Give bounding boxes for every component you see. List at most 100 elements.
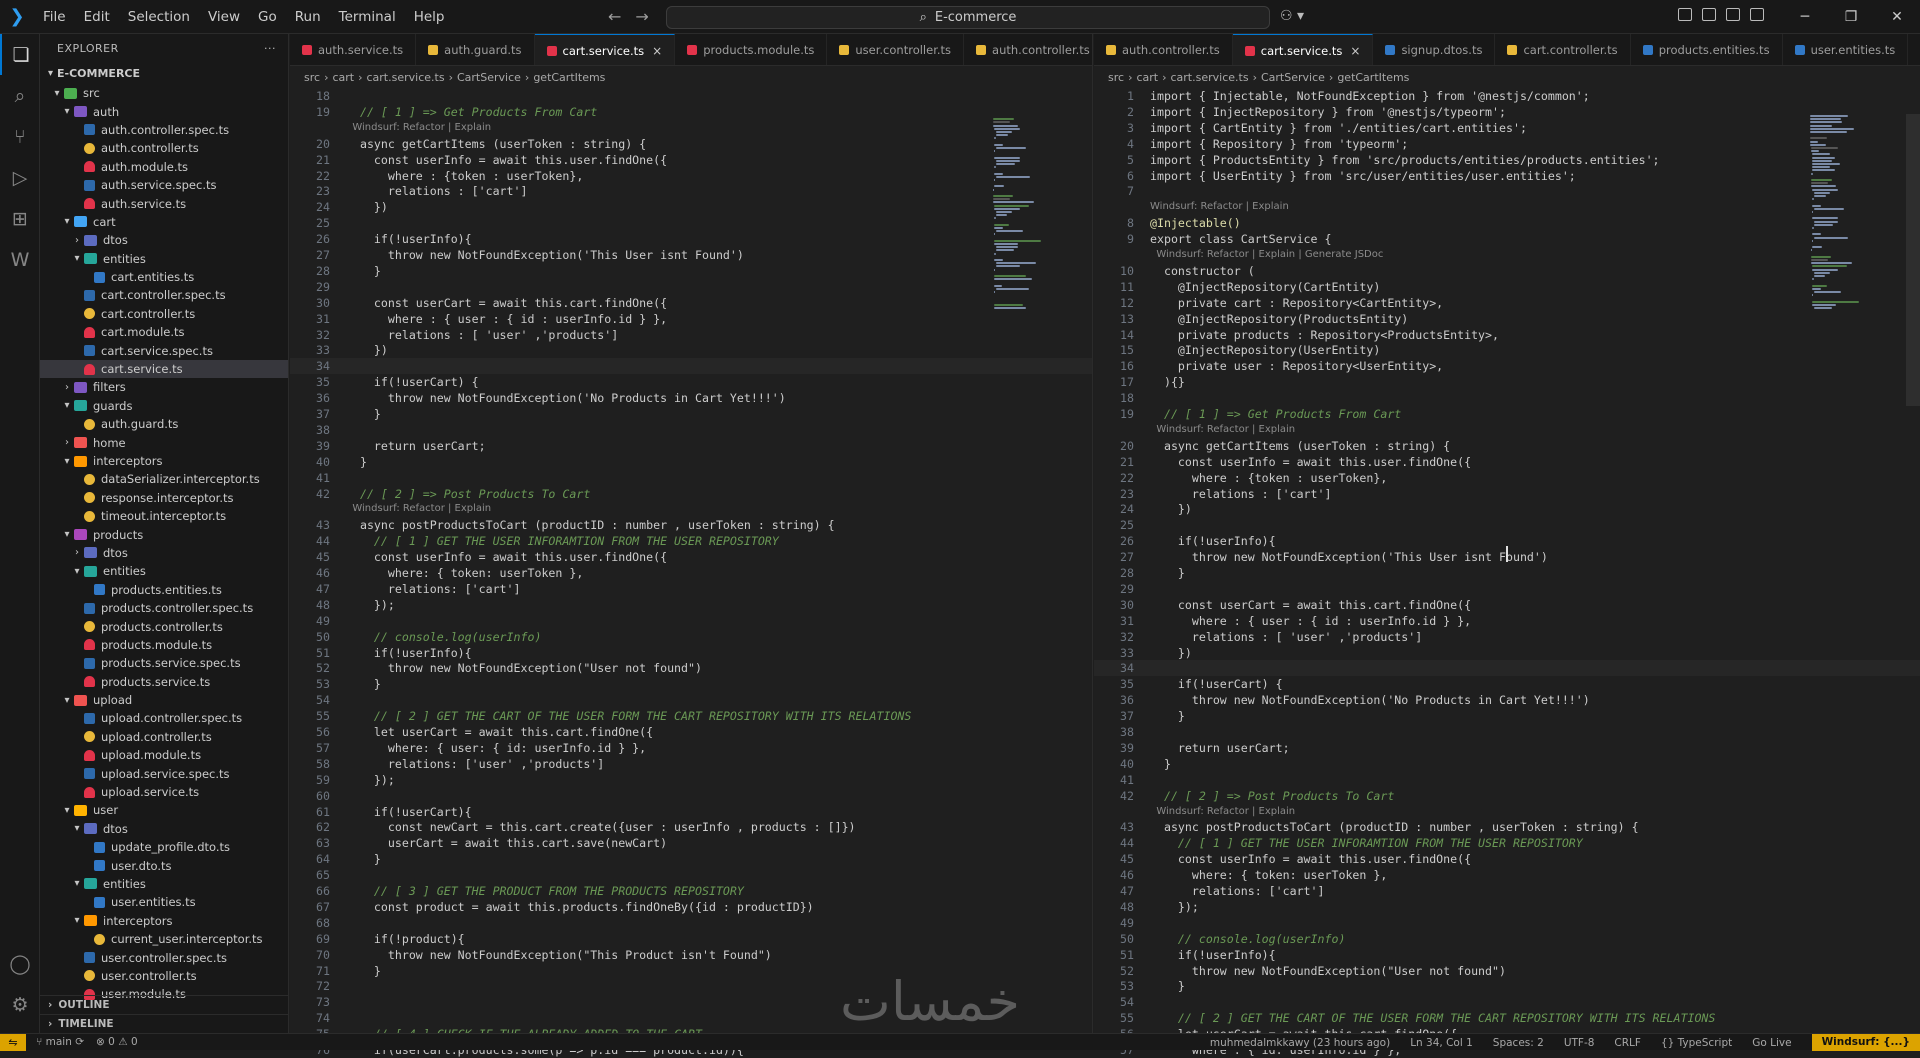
file-tree-item[interactable]: products.module.ts	[40, 636, 288, 654]
editor-tab[interactable]: auth.controller.ts	[964, 34, 1092, 65]
file-tree-item[interactable]: ▾ interceptors	[40, 912, 288, 930]
file-tree-item[interactable]: ▾ dtos	[40, 820, 288, 838]
breadcrumb-item[interactable]: cart	[1136, 71, 1158, 84]
windsurf-status[interactable]: Windsurf: {...}	[1811, 1034, 1920, 1051]
menu-view[interactable]: View	[199, 0, 249, 34]
codelens-hint[interactable]: Windsurf: Refactor | Explain	[346, 120, 491, 136]
editor-tab[interactable]: cart.service.ts ×	[534, 34, 676, 65]
toggle-panel-icon[interactable]	[1726, 8, 1740, 21]
file-tree-item[interactable]: dataSerializer.interceptor.ts	[40, 470, 288, 488]
editor-tab[interactable]: cart.controller.ts	[1495, 34, 1631, 65]
file-tree-item[interactable]: user.controller.spec.ts	[40, 948, 288, 966]
file-tree-item[interactable]: cart.module.ts	[40, 323, 288, 341]
breadcrumb-item[interactable]: getCartItems	[533, 71, 605, 84]
file-tree-item[interactable]: user.entities.ts	[40, 893, 288, 911]
codelens-hint[interactable]: Windsurf: Refactor | Explain | Generate …	[1150, 247, 1383, 263]
editor-tab[interactable]: auth.controller.ts	[1094, 34, 1233, 65]
file-tree-item[interactable]: ▾ entities	[40, 875, 288, 893]
file-tree-item[interactable]: upload.controller.spec.ts	[40, 709, 288, 727]
cursor-position[interactable]: Ln 34, Col 1	[1410, 1037, 1473, 1049]
file-tree-item[interactable]: ▾ guards	[40, 397, 288, 415]
toggle-sidebar-icon[interactable]	[1702, 8, 1716, 21]
go-live-button[interactable]: Go Live	[1752, 1037, 1791, 1049]
run-debug-icon[interactable]: ▷	[0, 157, 40, 198]
menu-help[interactable]: Help	[405, 0, 454, 34]
menu-selection[interactable]: Selection	[119, 0, 199, 34]
editor-tab[interactable]: auth.guard.ts	[416, 34, 535, 65]
minimap-left[interactable]	[992, 115, 1048, 375]
editor-tab[interactable]: signup.dtos.ts	[1373, 34, 1496, 65]
problems-indicator[interactable]: ⊗ 0 ⚠ 0	[96, 1036, 138, 1048]
file-tree-item[interactable]: response.interceptor.ts	[40, 489, 288, 507]
breadcrumb-item[interactable]: CartService	[457, 71, 521, 84]
editor-tab[interactable]: products.entities.ts	[1631, 34, 1783, 65]
file-tree-item[interactable]: auth.controller.spec.ts	[40, 121, 288, 139]
file-tree-item[interactable]: ▾ entities	[40, 562, 288, 580]
breadcrumb-item[interactable]: src	[304, 71, 320, 84]
file-tree-item[interactable]: auth.module.ts	[40, 158, 288, 176]
branch-indicator[interactable]: ⑂ main ⟳	[36, 1036, 84, 1048]
file-tree-item[interactable]: user.controller.ts	[40, 967, 288, 985]
remote-indicator-icon[interactable]: ⇋	[0, 1033, 26, 1051]
command-center-search[interactable]: ⌕ E-commerce	[666, 6, 1270, 29]
workspace-root[interactable]: ▾ E-COMMERCE	[40, 62, 288, 84]
codelens-hint[interactable]: Windsurf: Refactor | Explain	[1150, 422, 1295, 438]
line-endings[interactable]: CRLF	[1614, 1037, 1641, 1049]
file-tree-item[interactable]: ▾ products	[40, 525, 288, 543]
file-tree-item[interactable]: › dtos	[40, 231, 288, 249]
restore-icon[interactable]: ❐	[1828, 0, 1874, 34]
file-tree-item[interactable]: ▾ auth	[40, 102, 288, 120]
source-control-icon[interactable]: ⑂	[0, 116, 40, 157]
file-tree-item[interactable]: auth.guard.ts	[40, 415, 288, 433]
close-tab-icon[interactable]: ×	[652, 44, 662, 58]
file-tree-item[interactable]: upload.module.ts	[40, 746, 288, 764]
scrollbar[interactable]	[1906, 114, 1920, 406]
menu-run[interactable]: Run	[286, 0, 330, 34]
file-tree-item[interactable]: ▾ upload	[40, 691, 288, 709]
file-tree-item[interactable]: upload.service.ts	[40, 783, 288, 801]
toggle-secondary-sidebar-icon[interactable]	[1750, 8, 1764, 21]
outline-section[interactable]: › OUTLINE	[40, 995, 288, 1014]
file-tree-item[interactable]: cart.controller.spec.ts	[40, 286, 288, 304]
file-tree-item[interactable]: upload.controller.ts	[40, 728, 288, 746]
customize-layout-icon[interactable]	[1678, 8, 1692, 21]
windsurf-icon[interactable]: W	[0, 239, 40, 280]
codelens-hint[interactable]: Windsurf: Refactor | Explain	[1150, 804, 1295, 820]
breadcrumb-item[interactable]: getCartItems	[1337, 71, 1409, 84]
forward-arrow-icon[interactable]: →	[635, 7, 648, 26]
menu-edit[interactable]: Edit	[75, 0, 119, 34]
file-tree-item[interactable]: ▾ cart	[40, 213, 288, 231]
more-actions-icon[interactable]: ···	[264, 42, 276, 55]
file-tree-item[interactable]: current_user.interceptor.ts	[40, 930, 288, 948]
file-tree-item[interactable]: › home	[40, 433, 288, 451]
file-tree-item[interactable]: cart.service.spec.ts	[40, 341, 288, 359]
editor-tab[interactable]: auth.service.ts	[290, 34, 417, 65]
file-tree-item[interactable]: products.entities.ts	[40, 581, 288, 599]
file-tree-item[interactable]: timeout.interceptor.ts	[40, 507, 288, 525]
file-tree-item[interactable]: ▾ interceptors	[40, 452, 288, 470]
file-tree-item[interactable]: user.dto.ts	[40, 856, 288, 874]
close-icon[interactable]: ✕	[1874, 0, 1920, 34]
codelens-hint[interactable]: Windsurf: Refactor | Explain	[1150, 199, 1289, 215]
breadcrumb-item[interactable]: src	[1108, 71, 1124, 84]
file-tree-item[interactable]: auth.service.ts	[40, 194, 288, 212]
extensions-icon[interactable]: ⊞	[0, 198, 40, 239]
editor-tab[interactable]: cart.service.ts ×	[1232, 34, 1374, 65]
file-tree-item[interactable]: products.service.ts	[40, 673, 288, 691]
back-arrow-icon[interactable]: ←	[608, 7, 621, 26]
file-tree-item[interactable]: ▾ src	[40, 84, 288, 102]
file-tree-item[interactable]: auth.service.spec.ts	[40, 176, 288, 194]
language-mode[interactable]: {} TypeScript	[1661, 1037, 1732, 1049]
file-tree-item[interactable]: products.controller.ts	[40, 617, 288, 635]
editor-tab[interactable]: user.entities.ts	[1783, 34, 1909, 65]
file-tree-item[interactable]: ▾ user	[40, 801, 288, 819]
breadcrumb-item[interactable]: CartService	[1261, 71, 1325, 84]
editor-tab[interactable]: products.module.ts	[675, 34, 828, 65]
breadcrumb-item[interactable]: cart.service.ts	[367, 71, 445, 84]
breadcrumb-item[interactable]: cart.service.ts	[1171, 71, 1249, 84]
codelens-hint[interactable]: Windsurf: Refactor | Explain	[346, 501, 491, 517]
file-tree-item[interactable]: products.service.spec.ts	[40, 654, 288, 672]
account-icon[interactable]: ◯	[0, 943, 40, 984]
file-tree-item[interactable]: cart.entities.ts	[40, 268, 288, 286]
file-tree-item[interactable]: › dtos	[40, 544, 288, 562]
